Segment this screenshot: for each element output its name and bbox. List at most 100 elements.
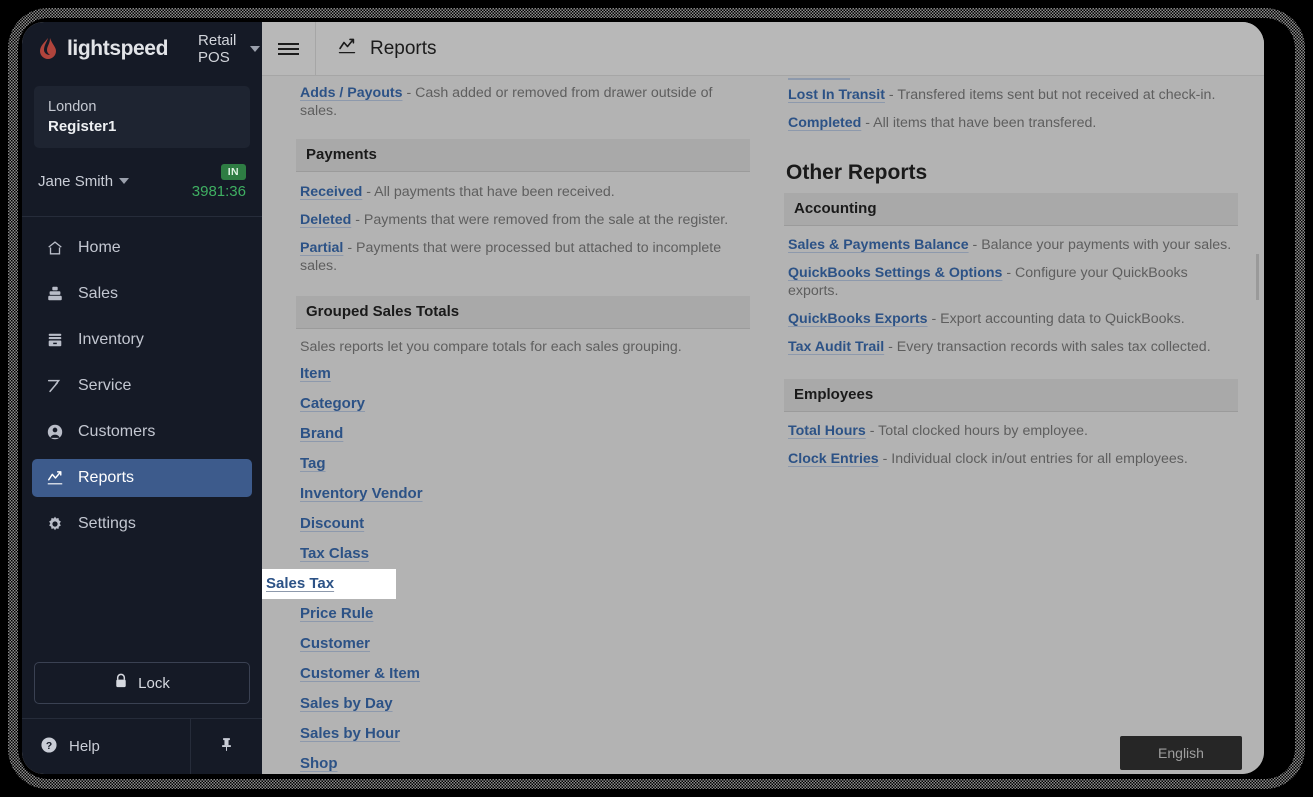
- sidebar-item-inventory[interactable]: Inventory: [32, 321, 252, 359]
- sidebar-item-customers[interactable]: Customers: [32, 413, 252, 451]
- chevron-down-icon[interactable]: [119, 178, 130, 184]
- screen-root: lightspeed Retail POS London Register1 J…: [0, 0, 1313, 797]
- report-link-inventory-vendor[interactable]: Inventory Vendor: [300, 485, 423, 502]
- report-desc: - All items that have been transfered.: [865, 115, 1097, 131]
- register-location: London: [48, 99, 97, 115]
- lock-button-label: Lock: [138, 674, 170, 692]
- report-link-price-rule[interactable]: Price Rule: [300, 605, 373, 622]
- home-icon: [46, 239, 64, 257]
- content-scrollbar[interactable]: [1256, 76, 1262, 774]
- brand-name: lightspeed: [67, 37, 169, 60]
- pin-button[interactable]: [190, 719, 262, 774]
- report-link-tax-audit-trail[interactable]: Tax Audit Trail: [788, 339, 884, 355]
- sidebar-item-home[interactable]: Home: [32, 229, 252, 267]
- report-link-lost-in-transit[interactable]: Lost In Transit: [788, 87, 885, 103]
- report-link-shop[interactable]: Shop: [300, 755, 338, 772]
- report-link-partial[interactable]: Partial: [300, 240, 343, 256]
- report-link-row: QuickBooks Exports - Export accounting d…: [784, 305, 1238, 333]
- report-desc: - All payments that have been received.: [366, 184, 615, 200]
- report-link-completed[interactable]: Completed: [788, 115, 861, 131]
- report-link-sales-tax[interactable]: Sales Tax: [266, 575, 334, 592]
- section-header-accounting: Accounting: [784, 193, 1238, 226]
- report-link-sales-by-hour[interactable]: Sales by Hour: [300, 725, 400, 742]
- sidebar-item-reports[interactable]: Reports: [32, 459, 252, 497]
- report-link-category[interactable]: Category: [300, 395, 365, 412]
- hamburger-menu-icon[interactable]: [262, 22, 316, 76]
- report-link-customer-and-item[interactable]: Customer & Item: [300, 665, 420, 682]
- report-link-sales-payments-balance[interactable]: Sales & Payments Balance: [788, 237, 969, 253]
- report-desc: - Export accounting data to QuickBooks.: [931, 311, 1185, 327]
- report-link-sales-by-day[interactable]: Sales by Day: [300, 695, 393, 712]
- report-link-tax-class[interactable]: Tax Class: [300, 545, 369, 562]
- report-link-adds-payouts[interactable]: Adds / Payouts: [300, 85, 403, 101]
- report-link-brand[interactable]: Brand: [300, 425, 343, 442]
- report-desc: - Balance your payments with your sales.: [972, 237, 1232, 253]
- report-link-customer[interactable]: Customer: [300, 635, 370, 652]
- svg-text:?: ?: [46, 740, 52, 751]
- sidebar-item-service[interactable]: Service: [32, 367, 252, 405]
- lock-icon: [114, 673, 128, 693]
- report-link-row: Adds / Payouts - Cash added or removed f…: [296, 76, 750, 125]
- report-link-quickbooks-exports[interactable]: QuickBooks Exports: [788, 311, 928, 327]
- brand-header[interactable]: lightspeed Retail POS: [22, 22, 262, 76]
- report-desc: - Payments that were processed but attac…: [300, 240, 722, 274]
- report-link-tag[interactable]: Tag: [300, 455, 326, 472]
- status-badge: IN: [220, 164, 246, 180]
- chart-line-icon: [337, 36, 357, 61]
- sidebar-nav: Home Sales Inventory Service Customers R…: [22, 217, 262, 662]
- brand-product: Retail POS: [198, 32, 237, 66]
- list-item: Inventory Vendor: [296, 479, 750, 509]
- pin-icon: [218, 736, 235, 758]
- sidebar-item-settings[interactable]: Settings: [32, 505, 252, 543]
- user-name: Jane Smith: [38, 172, 114, 190]
- list-item: Item: [296, 359, 750, 389]
- report-link-row: Received - All payments that have been r…: [296, 172, 750, 206]
- report-link-row: Lost In Transit - Transfered items sent …: [784, 80, 1238, 109]
- report-link-total-hours[interactable]: Total Hours: [788, 423, 866, 439]
- list-item: Sales by Hour: [296, 719, 750, 749]
- reports-content: Adds / Payouts - Cash added or removed f…: [262, 76, 1264, 774]
- user-status: IN 3981:36: [192, 162, 246, 200]
- user-circle-icon: [46, 423, 64, 441]
- language-button[interactable]: English: [1120, 736, 1242, 770]
- inventory-drawer-icon: [46, 331, 64, 349]
- register-card[interactable]: London Register1: [34, 86, 250, 148]
- list-item: Customer: [296, 629, 750, 659]
- report-link-item[interactable]: Item: [300, 365, 331, 382]
- report-link-discount[interactable]: Discount: [300, 515, 364, 532]
- lock-button[interactable]: Lock: [34, 662, 250, 704]
- list-item: Tax Class: [296, 539, 750, 569]
- report-link-row: QuickBooks Settings & Options - Configur…: [784, 259, 1238, 305]
- grouped-sales-list: Item Category Brand Tag Inventory Vendor…: [262, 359, 750, 774]
- list-item: Customer & Item: [296, 659, 750, 689]
- question-circle-icon: ?: [40, 736, 58, 758]
- report-link-row: Partial - Payments that were processed b…: [296, 234, 750, 280]
- report-link-quickbooks-settings-options[interactable]: QuickBooks Settings & Options: [788, 265, 1002, 281]
- report-desc: - Individual clock in/out entries for al…: [882, 451, 1188, 467]
- sidebar-item-label: Settings: [78, 515, 136, 532]
- user-row[interactable]: Jane Smith IN 3981:36: [22, 148, 262, 217]
- reports-left-column: Adds / Payouts - Cash added or removed f…: [262, 76, 750, 774]
- section-header-payments: Payments: [296, 139, 750, 172]
- chart-line-icon: [46, 469, 64, 487]
- report-link-row: Sales & Payments Balance - Balance your …: [784, 226, 1238, 259]
- cash-register-icon: [46, 285, 64, 303]
- help-button[interactable]: ? Help: [22, 719, 190, 774]
- scrollbar-thumb[interactable]: [1256, 254, 1259, 300]
- heading-other-reports: Other Reports: [786, 161, 928, 184]
- report-link-deleted[interactable]: Deleted: [300, 212, 351, 228]
- page-title-group: Reports: [316, 36, 437, 61]
- report-link-clock-entries[interactable]: Clock Entries: [788, 451, 879, 467]
- gear-icon: [46, 515, 64, 533]
- reports-right-column: Lost In Transit - Transfered items sent …: [784, 76, 1238, 774]
- report-link-row: Clock Entries - Individual clock in/out …: [784, 445, 1238, 473]
- report-link-received[interactable]: Received: [300, 184, 362, 200]
- list-item: Sales by Day: [296, 689, 750, 719]
- chevron-down-icon[interactable]: [250, 46, 261, 52]
- list-item: Shop: [296, 749, 750, 774]
- section-header-grouped-sales-totals: Grouped Sales Totals: [296, 296, 750, 329]
- report-desc: - Every transaction records with sales t…: [888, 339, 1211, 355]
- sidebar-item-label: Inventory: [78, 331, 144, 348]
- sidebar-item-sales[interactable]: Sales: [32, 275, 252, 313]
- sidebar-item-label: Service: [78, 377, 132, 394]
